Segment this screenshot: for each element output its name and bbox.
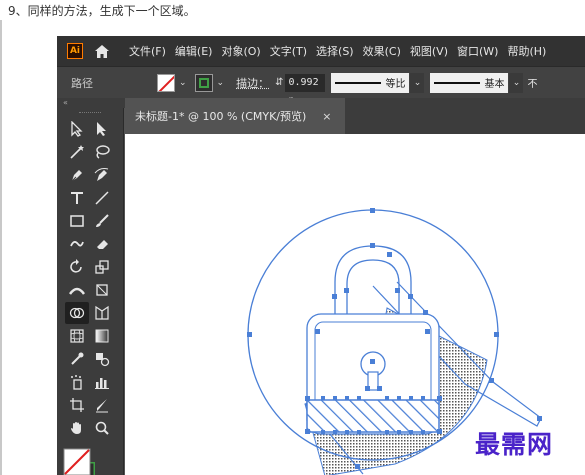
menu-select[interactable]: 选择(S)	[316, 43, 354, 59]
document-tab[interactable]: 未标题-1* @ 100 % (CMYK/预览) ×	[125, 98, 345, 134]
control-bar: 路径 ⌄ ⌄ 描边： ⇵ 0.992 p 等比 ⌄ 基本 ⌄ 不	[57, 66, 585, 106]
hatched-band	[306, 399, 440, 433]
menu-type[interactable]: 文字(T)	[270, 43, 307, 59]
toolbar-grip[interactable]	[79, 112, 101, 115]
hand-tool-icon[interactable]	[65, 417, 89, 439]
menu-window[interactable]: 窗口(W)	[457, 43, 498, 59]
stroke-weight-label[interactable]: 描边：	[236, 75, 269, 91]
stroke-color-swatch[interactable]	[194, 73, 213, 92]
direct-selection-tool-icon[interactable]	[90, 118, 114, 140]
magic-wand-tool-icon[interactable]	[65, 141, 89, 163]
page-gutter-line	[0, 20, 2, 475]
fill-stroke-widget[interactable]	[63, 448, 97, 475]
eyedropper-tool-icon[interactable]	[65, 348, 89, 370]
width-tool-icon[interactable]	[65, 279, 89, 301]
column-graph-tool-icon[interactable]	[90, 371, 114, 393]
close-icon[interactable]: ×	[322, 110, 331, 123]
instruction-caption: 9、同样的方法，生成下一个区域。	[8, 4, 196, 18]
mesh-tool-icon[interactable]	[65, 325, 89, 347]
lock-illustration	[247, 208, 542, 475]
zoom-tool-icon[interactable]	[90, 417, 114, 439]
shaper-tool-icon[interactable]	[65, 233, 89, 255]
rotate-tool-icon[interactable]	[65, 256, 89, 278]
menu-help[interactable]: 帮助(H)	[507, 43, 546, 59]
brush-definition-select[interactable]: 基本	[430, 72, 509, 93]
selection-tool-icon[interactable]	[65, 118, 89, 140]
symbol-sprayer-tool-icon[interactable]	[65, 371, 89, 393]
selection-type-label: 路径	[71, 76, 93, 90]
collapse-arrows-icon[interactable]: «	[63, 98, 68, 108]
artboard-tool-icon[interactable]	[65, 394, 89, 416]
rectangle-tool-icon[interactable]	[65, 210, 89, 232]
gradient-tool-icon[interactable]	[90, 325, 114, 347]
menu-edit[interactable]: 编辑(E)	[175, 43, 213, 59]
stroke-dropdown-chevron-icon[interactable]: ⌄	[217, 78, 225, 88]
pen-tool-icon[interactable]	[65, 164, 89, 186]
eraser-tool-icon[interactable]	[90, 233, 114, 255]
document-tab-bar: 未标题-1* @ 100 % (CMYK/预览) ×	[125, 98, 585, 134]
menu-list: 文件(F) 编辑(E) 对象(O) 文字(T) 选择(S) 效果(C) 视图(V…	[129, 43, 555, 59]
fill-color-swatch[interactable]	[157, 73, 175, 92]
tools-panel	[57, 108, 124, 475]
line-tool-icon[interactable]	[90, 187, 114, 209]
opacity-label[interactable]: 不	[527, 75, 537, 90]
type-tool-icon[interactable]	[65, 187, 89, 209]
artboard-canvas[interactable]	[125, 134, 585, 475]
fill-dropdown-chevron-icon[interactable]: ⌄	[179, 78, 187, 88]
document-tab-title: 未标题-1* @ 100 % (CMYK/预览)	[135, 110, 307, 123]
menu-bar: Ai 文件(F) 编辑(E) 对象(O) 文字(T) 选择(S) 效果(C) 视…	[57, 36, 585, 66]
menu-effect[interactable]: 效果(C)	[363, 43, 401, 59]
stroke-weight-input[interactable]: 0.992 p	[285, 73, 326, 106]
curvature-tool-icon[interactable]	[90, 164, 114, 186]
menu-view[interactable]: 视图(V)	[410, 43, 448, 59]
shape-builder-tool-icon[interactable]	[65, 302, 89, 324]
blend-tool-icon[interactable]	[90, 348, 114, 370]
brush-label: 基本	[484, 79, 505, 90]
profile-dropdown-chevron-icon[interactable]: ⌄	[410, 72, 425, 93]
paintbrush-tool-icon[interactable]	[90, 210, 114, 232]
lock-shackle-inner	[346, 259, 400, 316]
site-watermark: 最需网	[475, 430, 554, 459]
app-logo: Ai	[67, 43, 83, 59]
menu-object[interactable]: 对象(O)	[221, 43, 260, 59]
profile-label: 等比	[385, 79, 406, 90]
stroke-stepper-icon[interactable]: ⇵	[275, 77, 283, 88]
brush-dropdown-chevron-icon[interactable]: ⌄	[509, 72, 524, 93]
illustrator-window: Ai 文件(F) 编辑(E) 对象(O) 文字(T) 选择(S) 效果(C) 视…	[57, 36, 585, 475]
variable-width-profile-select[interactable]: 等比	[331, 72, 410, 93]
free-transform-tool-icon[interactable]	[90, 279, 114, 301]
home-icon[interactable]	[93, 42, 111, 60]
slice-tool-icon[interactable]	[90, 394, 114, 416]
lasso-tool-icon[interactable]	[90, 141, 114, 163]
menu-file[interactable]: 文件(F)	[129, 43, 166, 59]
perspective-grid-tool-icon[interactable]	[90, 302, 114, 324]
scale-tool-icon[interactable]	[90, 256, 114, 278]
